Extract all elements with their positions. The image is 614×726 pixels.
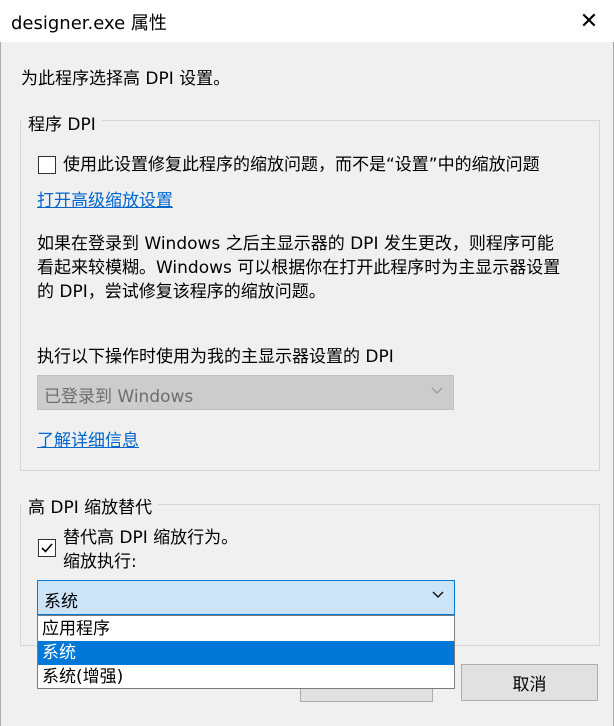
high-dpi-legend: 高 DPI 缩放替代	[22, 493, 159, 518]
title-bar: designer.exe 属性 ✕	[0, 0, 614, 42]
scaling-mode-combo-value: 系统	[44, 592, 78, 612]
cancel-button[interactable]: 取消	[461, 664, 598, 701]
dpi-timing-combo-value: 已登录到 Windows	[44, 387, 194, 407]
close-icon[interactable]: ✕	[564, 0, 614, 42]
dpi-description-line-2: 看起来较模糊。Windows 可以根据你在打开此程序时为主显示器设置	[37, 258, 561, 278]
dpi-combo-label: 执行以下操作时使用为我的主显示器设置的 DPI	[37, 347, 394, 367]
program-dpi-checkbox[interactable]	[38, 156, 56, 174]
high-dpi-override-label[interactable]: 替代高 DPI 缩放行为。	[63, 525, 238, 551]
chevron-down-icon	[431, 384, 443, 399]
scaling-performed-label: 缩放执行:	[63, 552, 137, 572]
intro-text: 为此程序选择高 DPI 设置。	[21, 69, 231, 89]
program-dpi-checkbox-label[interactable]: 使用此设置修复此程序的缩放问题，而不是“设置”中的缩放问题	[63, 152, 540, 178]
chevron-down-icon	[432, 587, 444, 603]
dpi-timing-combo: 已登录到 Windows	[37, 375, 454, 410]
dpi-description-line-3: 的 DPI，尝试修复该程序的缩放问题。	[37, 282, 326, 302]
dropdown-option-application[interactable]: 应用程序	[38, 617, 454, 641]
checkmark-icon	[41, 543, 53, 553]
advanced-scaling-link[interactable]: 打开高级缩放设置	[37, 188, 173, 214]
dropdown-option-system[interactable]: 系统	[38, 641, 454, 665]
high-dpi-override-checkbox[interactable]	[38, 539, 56, 557]
window-title: designer.exe 属性	[11, 13, 167, 34]
scaling-mode-dropdown-list: 应用程序 系统 系统(增强)	[37, 615, 455, 689]
window-border-left	[0, 42, 1, 726]
learn-more-link[interactable]: 了解详细信息	[37, 428, 139, 454]
dpi-description-line-1: 如果在登录到 Windows 之后主显示器的 DPI 发生更改，则程序可能	[37, 234, 554, 254]
dropdown-option-system-enhanced[interactable]: 系统(增强)	[38, 665, 454, 689]
program-dpi-legend: 程序 DPI	[22, 110, 102, 135]
scaling-mode-combo[interactable]: 系统	[37, 580, 455, 615]
